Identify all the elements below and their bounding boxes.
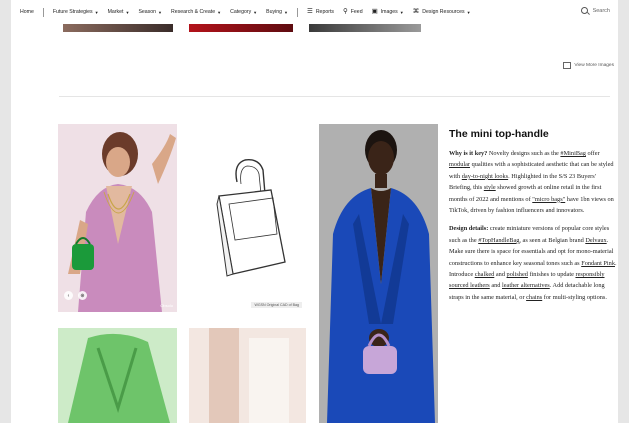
text-run: , as seen at Belgian brand [519, 236, 586, 244]
text-run: finishes to update [527, 271, 576, 279]
image-tile-green-outfit[interactable] [58, 328, 177, 423]
inline-link[interactable]: "micro bags" [532, 196, 565, 203]
nav-market[interactable]: Market ▼ [108, 9, 130, 15]
image-tile-blue-jacket[interactable] [319, 124, 438, 423]
zoom-button[interactable]: ⊕ [78, 291, 87, 300]
feed-icon: ⚲ [342, 7, 348, 15]
previous-button[interactable]: ‹ [64, 291, 73, 300]
nav-category[interactable]: Category ▼ [230, 9, 257, 15]
nav-label: Market [107, 9, 124, 15]
photo-woman-green-bag [58, 124, 177, 312]
design-resources-icon: ⌘ [412, 7, 420, 15]
text-run: for multi-styling options. [542, 293, 607, 301]
reports-icon: ☰ [306, 7, 313, 15]
nav-design-resources[interactable]: ⌘ Design Resources ▼ [412, 7, 471, 16]
caret-down-icon: ▼ [158, 9, 163, 15]
photo-neutral-outfit [189, 328, 306, 423]
inline-link[interactable]: polished [507, 271, 528, 278]
nav-separator [296, 7, 298, 17]
page: Home Future Strategies ▼ Market ▼ Season ▼ … [11, 0, 618, 423]
image-icon [563, 62, 572, 69]
images-icon: ▣ [371, 7, 378, 15]
inline-link[interactable]: day-to-night looks [462, 173, 508, 180]
nav-research-create[interactable]: Research & Create ▼ [171, 9, 221, 15]
image-credit: WGSN Original CAD of Bag [251, 302, 302, 308]
frame-edge-right [618, 0, 629, 423]
chevron-left-icon: ‹ [67, 292, 70, 299]
view-more-images-link[interactable]: View More Images [563, 62, 614, 69]
caret-down-icon: ▼ [466, 9, 471, 15]
nav-buying[interactable]: Buying ▼ [266, 9, 288, 15]
nav-feed[interactable]: ⚲ Feed [342, 7, 363, 16]
search-icon [580, 7, 588, 14]
paragraph-why-key: Why is it key? Novelty designs such as t… [449, 148, 618, 216]
cad-bag-drawing [216, 159, 286, 277]
nav-images[interactable]: ▣ Images ▼ [371, 7, 404, 16]
article-text: The mini top-handle Why is it key? Novel… [449, 128, 618, 310]
section-divider [59, 96, 610, 97]
inline-link[interactable]: modular [449, 161, 470, 168]
search-box[interactable]: Search [580, 7, 610, 14]
nav-label: Future Strategies [52, 9, 93, 15]
nav-label: Design Resources [422, 9, 465, 15]
nav-separator [42, 7, 44, 17]
caret-down-icon: ▼ [125, 9, 130, 15]
photo-model-blue-jacket [319, 124, 438, 423]
inline-link[interactable]: Delvaux [585, 237, 606, 244]
nav-label: Reports [315, 9, 334, 15]
search-placeholder: Search [592, 7, 610, 14]
text-run: Novelty designs such as the [487, 150, 561, 157]
text-run: offer [585, 150, 600, 157]
caret-down-icon: ▼ [399, 9, 404, 15]
caret-down-icon: ▼ [284, 9, 288, 15]
text-run: and [489, 282, 502, 290]
previous-image-strip [189, 24, 293, 32]
caret-down-icon: ▼ [94, 9, 99, 15]
inline-link[interactable]: chains [526, 294, 542, 301]
nav-home[interactable]: Home [20, 9, 34, 15]
inline-link[interactable]: leather alternatives [502, 282, 550, 289]
image-tile-neutral-outfit[interactable] [189, 328, 306, 423]
image-tile-cad-bag[interactable]: WGSN Original CAD of Bag [189, 124, 306, 312]
paragraph-design-details: Design details: create miniature version… [449, 223, 618, 303]
paragraph-lead: Why is it key? [449, 150, 488, 157]
view-more-label: View More Images [574, 63, 614, 68]
caret-down-icon: ▼ [253, 9, 258, 15]
paragraph-lead: Design details: [449, 225, 489, 233]
frame-edge-left [0, 0, 11, 423]
caret-down-icon: ▼ [217, 9, 222, 15]
top-nav: Home Future Strategies ▼ Market ▼ Season ▼ … [11, 0, 618, 24]
nav-label: Category [230, 9, 252, 15]
nav-label: Images [380, 9, 398, 15]
inline-link[interactable]: #TopHandleBag [478, 237, 519, 244]
image-tile-green-bag[interactable]: ‹ ⊕ Obsolu [58, 124, 177, 312]
inline-link[interactable]: style [484, 184, 496, 191]
text-run: and [494, 271, 507, 279]
article-title: The mini top-handle [449, 128, 549, 140]
nav-reports[interactable]: ☰ Reports [306, 7, 334, 16]
nav-label: Buying [266, 9, 283, 15]
inline-link[interactable]: Fondant Pink [581, 260, 615, 267]
zoom-icon: ⊕ [80, 292, 85, 299]
image-credit: Obsolu [160, 303, 173, 308]
nav-label: Feed [350, 9, 363, 15]
inline-link[interactable]: #MiniBag [560, 150, 586, 157]
inline-link[interactable]: chalked [475, 271, 495, 278]
nav-label: Season [138, 9, 157, 15]
previous-image-strip [63, 24, 173, 32]
nav-future-strategies[interactable]: Future Strategies ▼ [53, 9, 99, 15]
nav-season[interactable]: Season ▼ [138, 9, 162, 15]
nav-label: Research & Create [171, 9, 216, 15]
photo-green-outfit [58, 328, 177, 423]
previous-image-strip [309, 24, 421, 32]
